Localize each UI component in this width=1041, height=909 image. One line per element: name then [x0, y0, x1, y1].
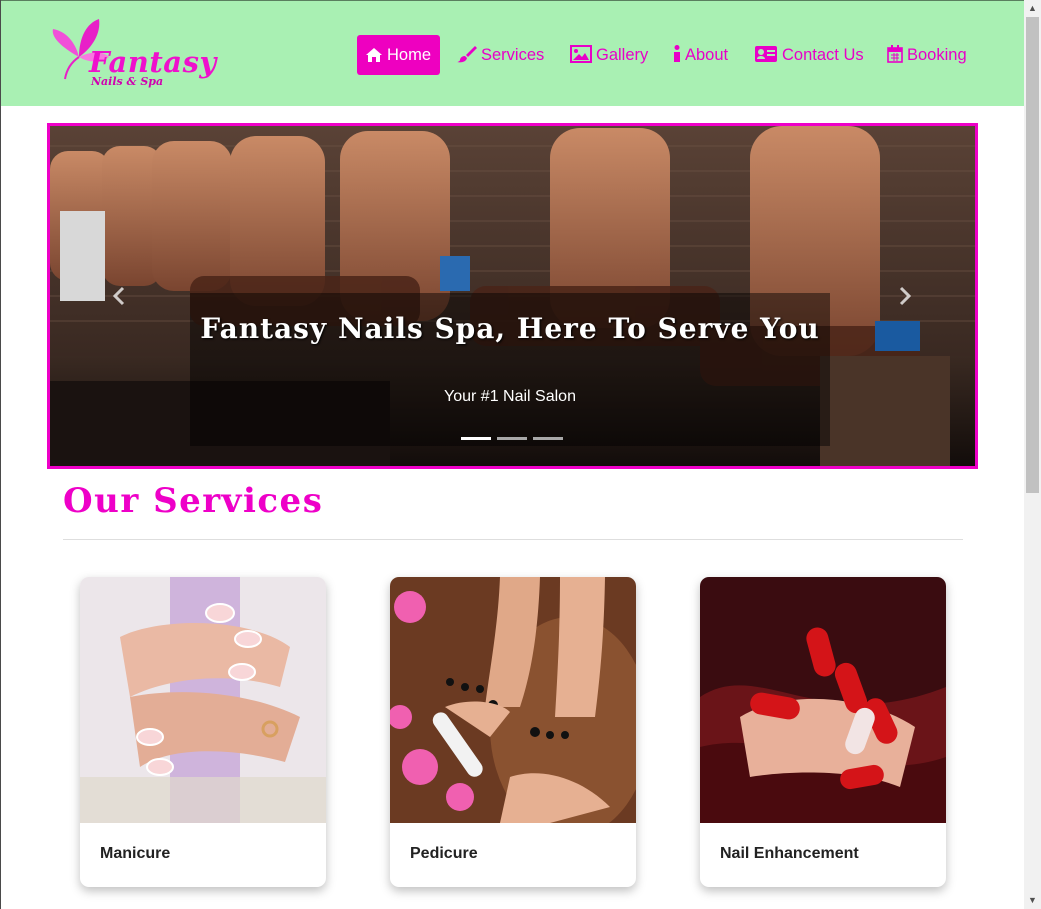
nav-home[interactable]: Home	[357, 35, 440, 75]
nav-about-label: About	[685, 46, 729, 64]
chevron-right-icon	[899, 286, 912, 306]
hero-carousel[interactable]: Fantasy Nails Spa, Here To Serve You You…	[47, 123, 978, 469]
brand-name: Fantasy	[89, 45, 217, 79]
scroll-down-arrow-icon[interactable]: ▼	[1024, 892, 1041, 909]
nav-booking[interactable]: Booking	[887, 35, 967, 75]
pedicure-image	[390, 577, 636, 823]
service-label-nail-enhancement: Nail Enhancement	[720, 845, 859, 862]
service-label-manicure: Manicure	[100, 845, 171, 862]
section-divider	[63, 539, 963, 540]
nav-contact[interactable]: Contact Us	[754, 35, 864, 75]
service-card-pedicure[interactable]: Pedicure	[390, 577, 636, 887]
scroll-up-arrow-icon[interactable]: ▲	[1024, 0, 1041, 17]
services-heading: Our Services	[63, 481, 324, 521]
contact-card-icon	[755, 46, 777, 62]
carousel-next-button[interactable]	[898, 286, 912, 312]
carousel-prev-button[interactable]	[112, 286, 126, 312]
nav-gallery[interactable]: Gallery	[570, 35, 648, 75]
nav-booking-label: Booking	[907, 46, 967, 64]
brush-icon	[457, 46, 477, 63]
navbar: Fantasy Nails & Spa Home Services Galler…	[1, 0, 1024, 106]
chevron-left-icon	[112, 286, 125, 306]
brand-logo[interactable]: Fantasy Nails & Spa	[51, 17, 216, 91]
info-icon	[674, 45, 680, 62]
nav-home-label: Home	[387, 46, 432, 64]
nail-enhancement-image	[700, 577, 946, 823]
scroll-thumb[interactable]	[1026, 17, 1039, 493]
nav-services-label: Services	[481, 46, 545, 64]
indicator-slide-2[interactable]	[497, 437, 527, 440]
nav-contact-label: Contact Us	[782, 46, 864, 64]
hero-title: Fantasy Nails Spa, Here To Serve You	[200, 312, 820, 345]
brand-tagline: Nails & Spa	[91, 75, 164, 88]
nav-gallery-label: Gallery	[596, 46, 649, 64]
nav-services[interactable]: Services	[457, 35, 544, 75]
hero-subtitle: Your #1 Nail Salon	[444, 388, 576, 405]
home-icon	[366, 48, 382, 62]
service-card-nail-enhancement[interactable]: Nail Enhancement	[700, 577, 946, 887]
manicure-image	[80, 577, 326, 823]
image-icon	[570, 45, 592, 63]
service-card-manicure[interactable]: Manicure	[80, 577, 326, 887]
indicator-slide-1[interactable]	[461, 437, 491, 440]
nav-about[interactable]: About	[673, 35, 728, 75]
service-label-pedicure: Pedicure	[410, 845, 478, 862]
page-scrollbar[interactable]: ▲ ▼	[1024, 0, 1041, 909]
indicator-slide-3[interactable]	[533, 437, 563, 440]
calendar-icon	[887, 45, 903, 63]
